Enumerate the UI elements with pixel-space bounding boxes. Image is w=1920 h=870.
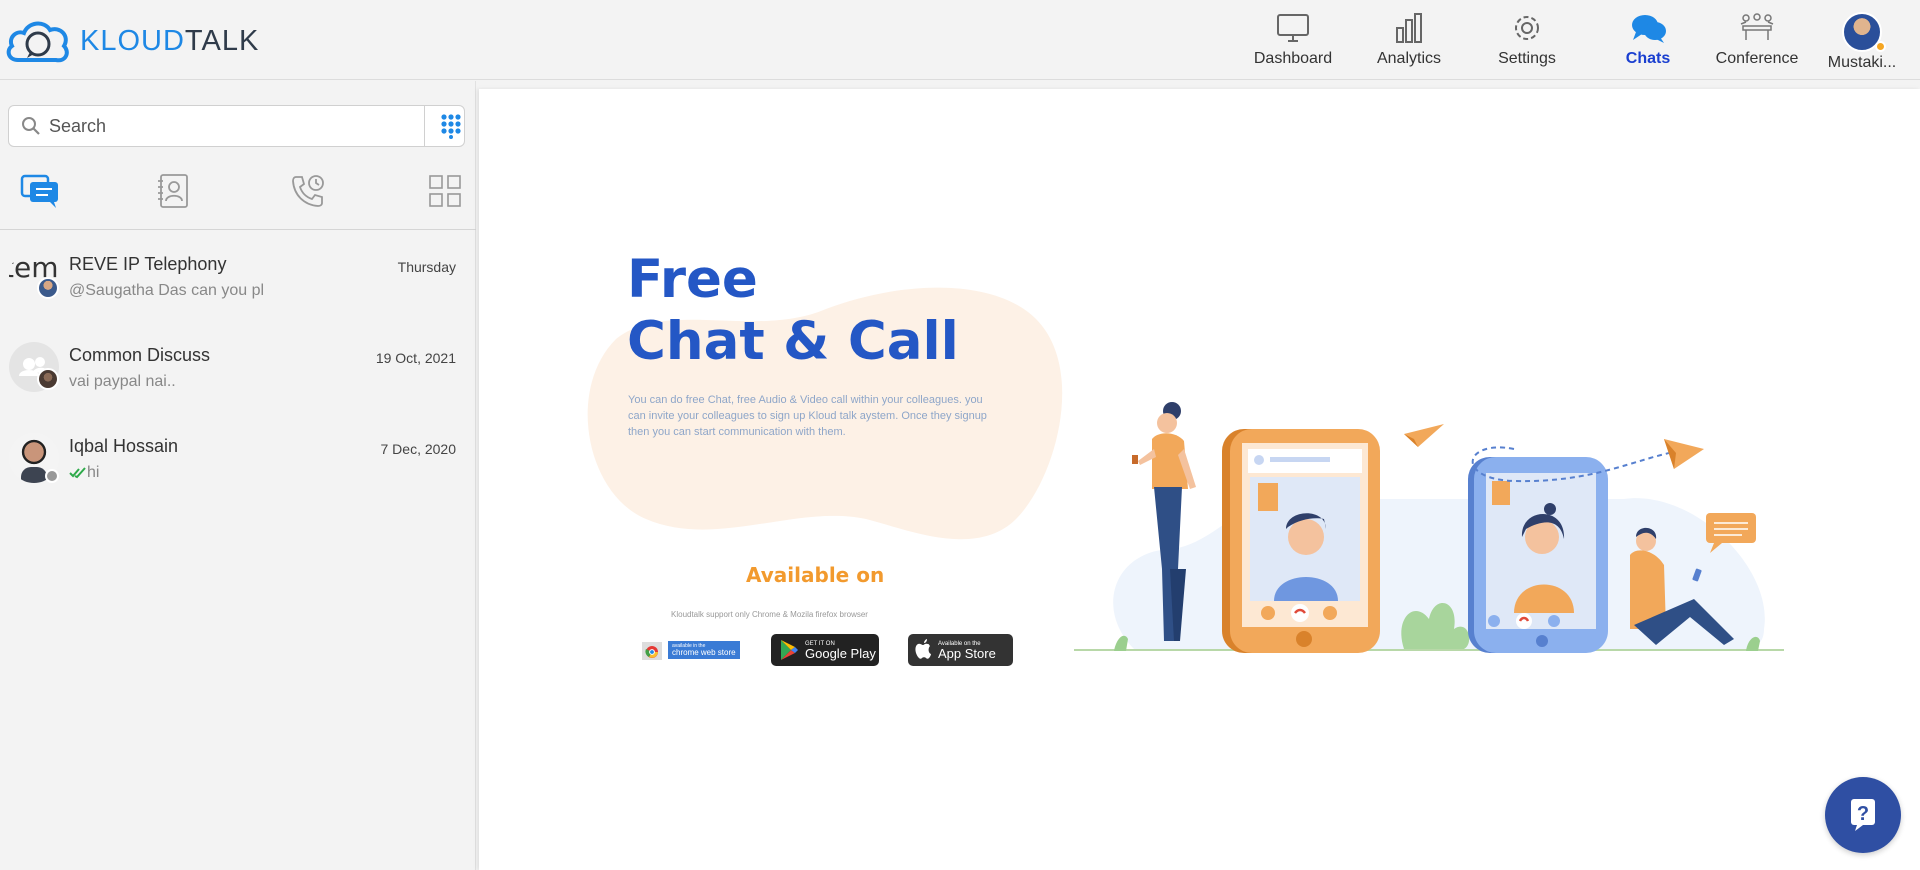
nav-chats-label: Chats [1625,50,1671,67]
google-play-badge[interactable]: GET IT ON Google Play [771,634,879,666]
chat-list: tem REVE IP Telephony Thursday @Saugatha… [0,251,476,524]
chat-tab-icon [20,174,58,208]
tab-call-history[interactable] [283,167,333,215]
svg-text:?: ? [1857,803,1869,825]
cloud-chat-logo-icon [6,21,69,63]
double-check-icon [69,467,86,479]
chat-name: Common Discuss [69,345,211,365]
call-history-icon [292,175,324,207]
apple-badge-text: Available on the App Store [938,640,996,661]
top-header: KLOUDTALK Dashboard Analytics Settings C… [0,0,1920,80]
gear-icon [1515,16,1539,40]
tab-apps[interactable] [420,167,470,215]
online-status-dot [1875,41,1886,52]
browser-support-note: Kloudtalk support only Chrome & Mozila f… [671,610,868,619]
nav-analytics[interactable]: Analytics [1369,12,1449,72]
google-badge-text: GET IT ON Google Play [805,640,876,661]
tab-divider [0,229,476,230]
chat-preview: hi [69,464,99,482]
chat-date: 7 Dec, 2020 [380,441,457,457]
search-box [8,105,465,147]
app-store-badge[interactable]: Available on the App Store [908,634,1013,666]
logo-text: KLOUDTALK [80,24,260,57]
member-avatar [37,368,59,390]
chat-date: 19 Oct, 2021 [375,350,456,366]
tab-contacts[interactable] [148,167,198,215]
nav-settings[interactable]: Settings [1487,12,1567,72]
grid-icon [429,175,461,207]
apple-icon [915,639,931,659]
chat-preview: vai paypal nai.. [69,373,176,390]
chat-call-illustration [1074,402,1784,653]
help-question-icon: ? [1851,799,1875,831]
chrome-badge-text: available in the chrome web store [668,641,740,659]
nav-dashboard-label: Dashboard [1253,50,1333,67]
google-play-icon [781,640,798,660]
help-button[interactable]: ? [1825,777,1901,853]
available-on-heading: Available on [746,563,885,587]
nav-dashboard[interactable]: Dashboard [1253,12,1333,72]
nav-conference[interactable]: Conference [1712,12,1802,72]
chat-list-item[interactable]: tem REVE IP Telephony Thursday @Saugatha… [0,251,476,342]
offline-status-dot [45,469,59,483]
chat-date: Thursday [397,259,456,275]
nav-analytics-label: Analytics [1376,50,1442,67]
chat-name: REVE IP Telephony [69,254,227,274]
sidebar-tabs [0,167,476,227]
dialpad-icon [440,114,461,139]
conference-icon [1740,13,1774,40]
chat-list-item[interactable]: Iqbal Hossain 7 Dec, 2020 hi [0,433,476,524]
promo-description: You can do free Chat, free Audio & Video… [628,394,987,438]
contacts-book-icon [158,174,188,208]
welcome-panel: Free Chat & Call You can do free Chat, f… [479,89,1920,870]
nav-conference-label: Conference [1715,50,1799,67]
chrome-icon [642,642,662,660]
profile-name: Mustaki... [1827,54,1897,71]
nav-profile[interactable]: Mustaki... [1812,12,1912,72]
chrome-web-store-badge[interactable]: available in the chrome web store [640,634,744,666]
tab-chats[interactable] [16,167,66,215]
promo-title: Free Chat & Call [627,249,959,372]
nav-settings-label: Settings [1498,50,1556,67]
user-avatar [1842,12,1886,52]
member-avatar [37,277,59,299]
chat-preview: @Saugatha Das can you pl [69,282,265,299]
monitor-icon [1277,14,1309,42]
search-input[interactable] [49,115,429,137]
search-icon [22,117,40,135]
nav-chats[interactable]: Chats [1608,12,1688,72]
kloudtalk-logo[interactable]: KLOUDTALK [4,16,259,66]
bar-chart-icon [1396,13,1422,43]
chat-sidebar: tem REVE IP Telephony Thursday @Saugatha… [0,81,476,870]
dialpad-button[interactable] [424,106,464,146]
chat-bubbles-icon [1632,15,1666,43]
chat-name: Iqbal Hossain [69,436,179,456]
chat-list-item[interactable]: Common Discuss 19 Oct, 2021 vai paypal n… [0,342,476,433]
